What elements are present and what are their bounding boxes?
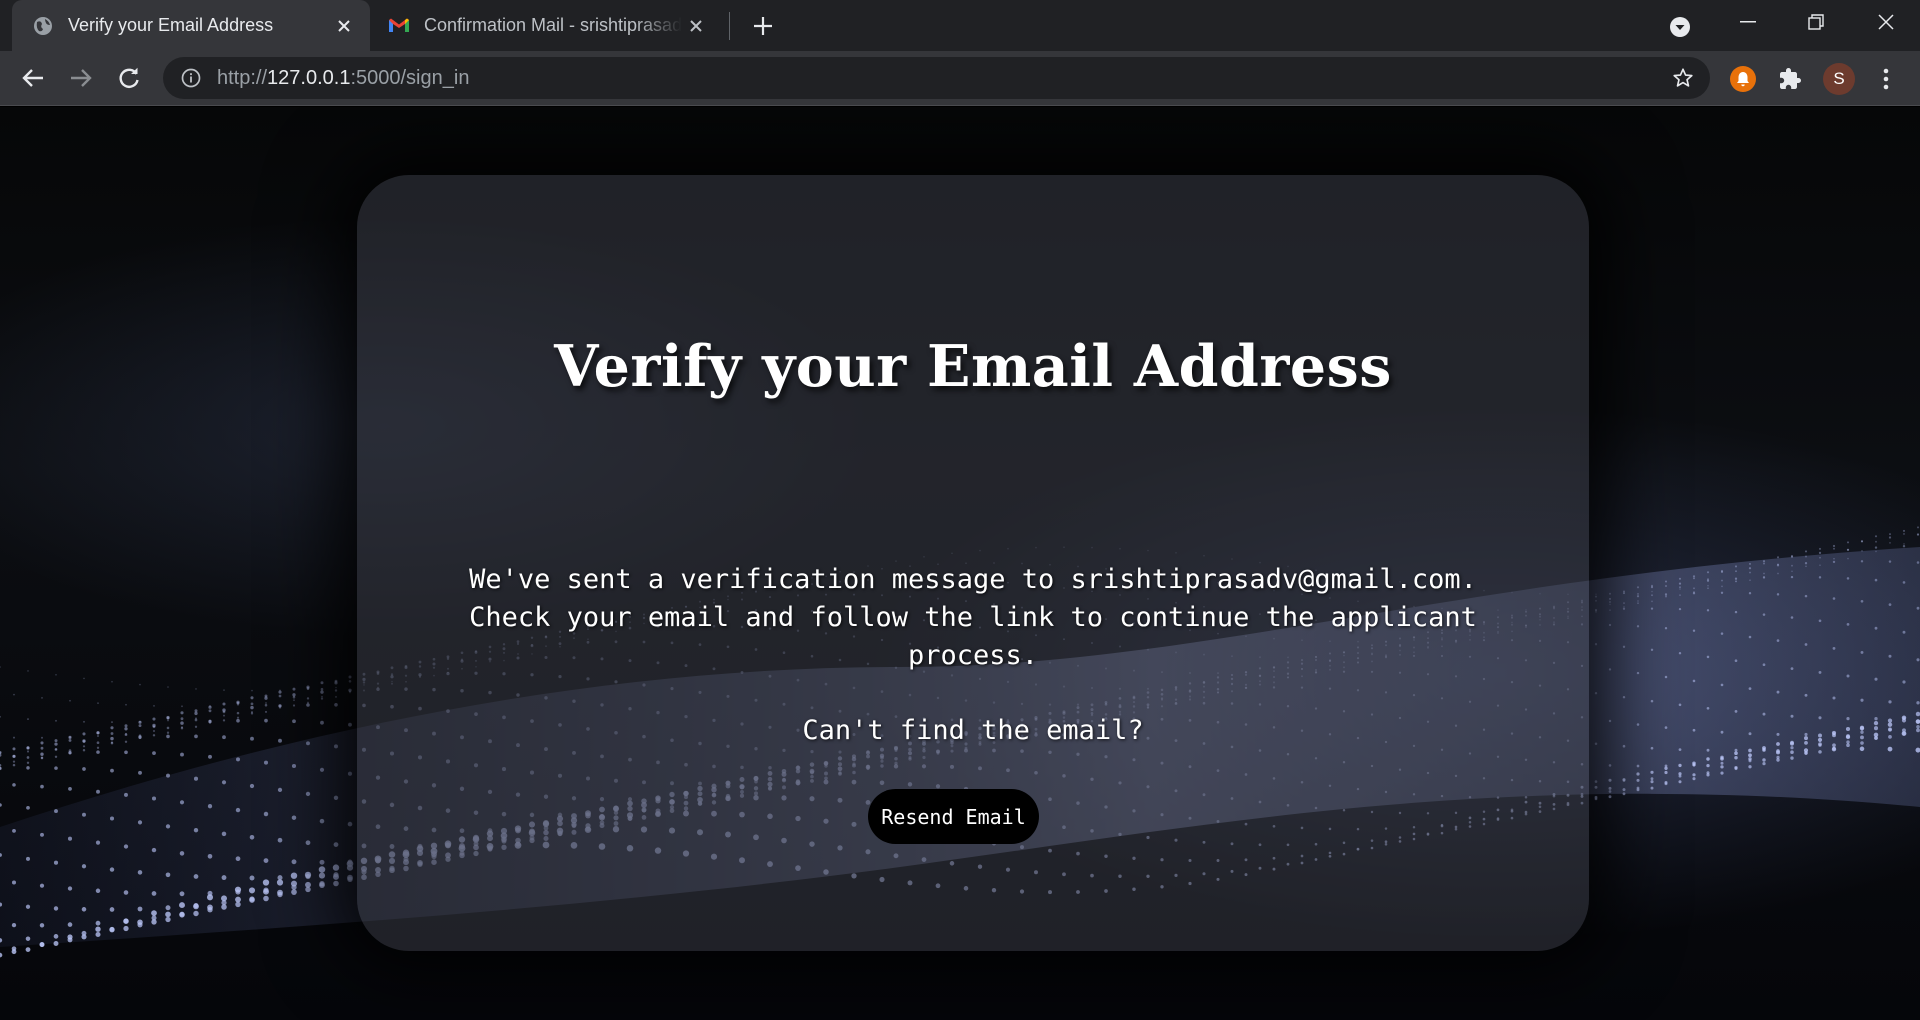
chevron-down-icon bbox=[1670, 17, 1690, 37]
back-button[interactable] bbox=[14, 59, 52, 97]
arrow-right-icon bbox=[71, 69, 92, 87]
new-tab-button[interactable] bbox=[748, 11, 778, 41]
page-title: Verify your Email Address bbox=[554, 333, 1392, 400]
globe-icon bbox=[32, 15, 54, 37]
verification-message: We've sent a verification message to sri… bbox=[469, 564, 1477, 671]
close-icon bbox=[1878, 14, 1894, 30]
url-text: http://127.0.0.1:5000/sign_in bbox=[217, 67, 469, 90]
verify-email-card: Verify your Email Address We've sent a v… bbox=[357, 175, 1589, 951]
resend-email-button[interactable]: Resend Email bbox=[868, 789, 1039, 844]
reload-icon bbox=[119, 67, 139, 88]
restore-button[interactable] bbox=[1782, 0, 1850, 44]
profile-avatar[interactable]: S bbox=[1823, 63, 1855, 95]
tab-strip: Verify your Email Address Confirmation M… bbox=[0, 0, 1920, 51]
more-vert-icon bbox=[1883, 68, 1889, 90]
restore-icon bbox=[1808, 14, 1824, 30]
bell-icon bbox=[1730, 66, 1756, 92]
gmail-icon bbox=[388, 15, 410, 37]
plus-icon bbox=[754, 17, 772, 35]
close-tab-icon[interactable] bbox=[330, 12, 358, 40]
info-icon[interactable] bbox=[179, 66, 203, 90]
tab-search-button[interactable] bbox=[1666, 13, 1694, 41]
url-host: 127.0.0.1 bbox=[267, 66, 351, 89]
browser-toolbar: http://127.0.0.1:5000/sign_in S bbox=[0, 51, 1920, 106]
minimize-button[interactable] bbox=[1714, 0, 1782, 44]
forward-button[interactable] bbox=[62, 59, 100, 97]
reload-button[interactable] bbox=[110, 59, 148, 97]
extension-notification[interactable] bbox=[1728, 64, 1758, 94]
close-tab-icon[interactable] bbox=[682, 12, 710, 40]
close-window-button[interactable] bbox=[1852, 0, 1920, 44]
address-bar[interactable]: http://127.0.0.1:5000/sign_in bbox=[163, 57, 1710, 99]
tab-title: Verify your Email Address bbox=[68, 15, 274, 35]
tab-title: Confirmation Mail - srishtiprasadv@gmail… bbox=[424, 15, 682, 35]
tab-separator bbox=[729, 12, 730, 40]
arrow-left-icon bbox=[22, 69, 43, 87]
extensions-button[interactable] bbox=[1775, 64, 1805, 94]
minimize-icon bbox=[1740, 21, 1756, 23]
browser-menu-button[interactable] bbox=[1872, 63, 1900, 95]
page-viewport: Verify your Email Address We've sent a v… bbox=[0, 107, 1920, 1020]
cant-find-email-text: Can't find the email? bbox=[802, 715, 1144, 746]
tab-confirmation-mail[interactable]: Confirmation Mail - srishtiprasadv@gmail… bbox=[372, 0, 722, 51]
tab-verify-email[interactable]: Verify your Email Address bbox=[12, 0, 370, 51]
url-scheme: http:// bbox=[217, 66, 268, 89]
url-path: :5000/sign_in bbox=[350, 66, 470, 89]
puzzle-icon bbox=[1780, 68, 1801, 89]
bookmark-star-icon[interactable] bbox=[1670, 65, 1696, 91]
